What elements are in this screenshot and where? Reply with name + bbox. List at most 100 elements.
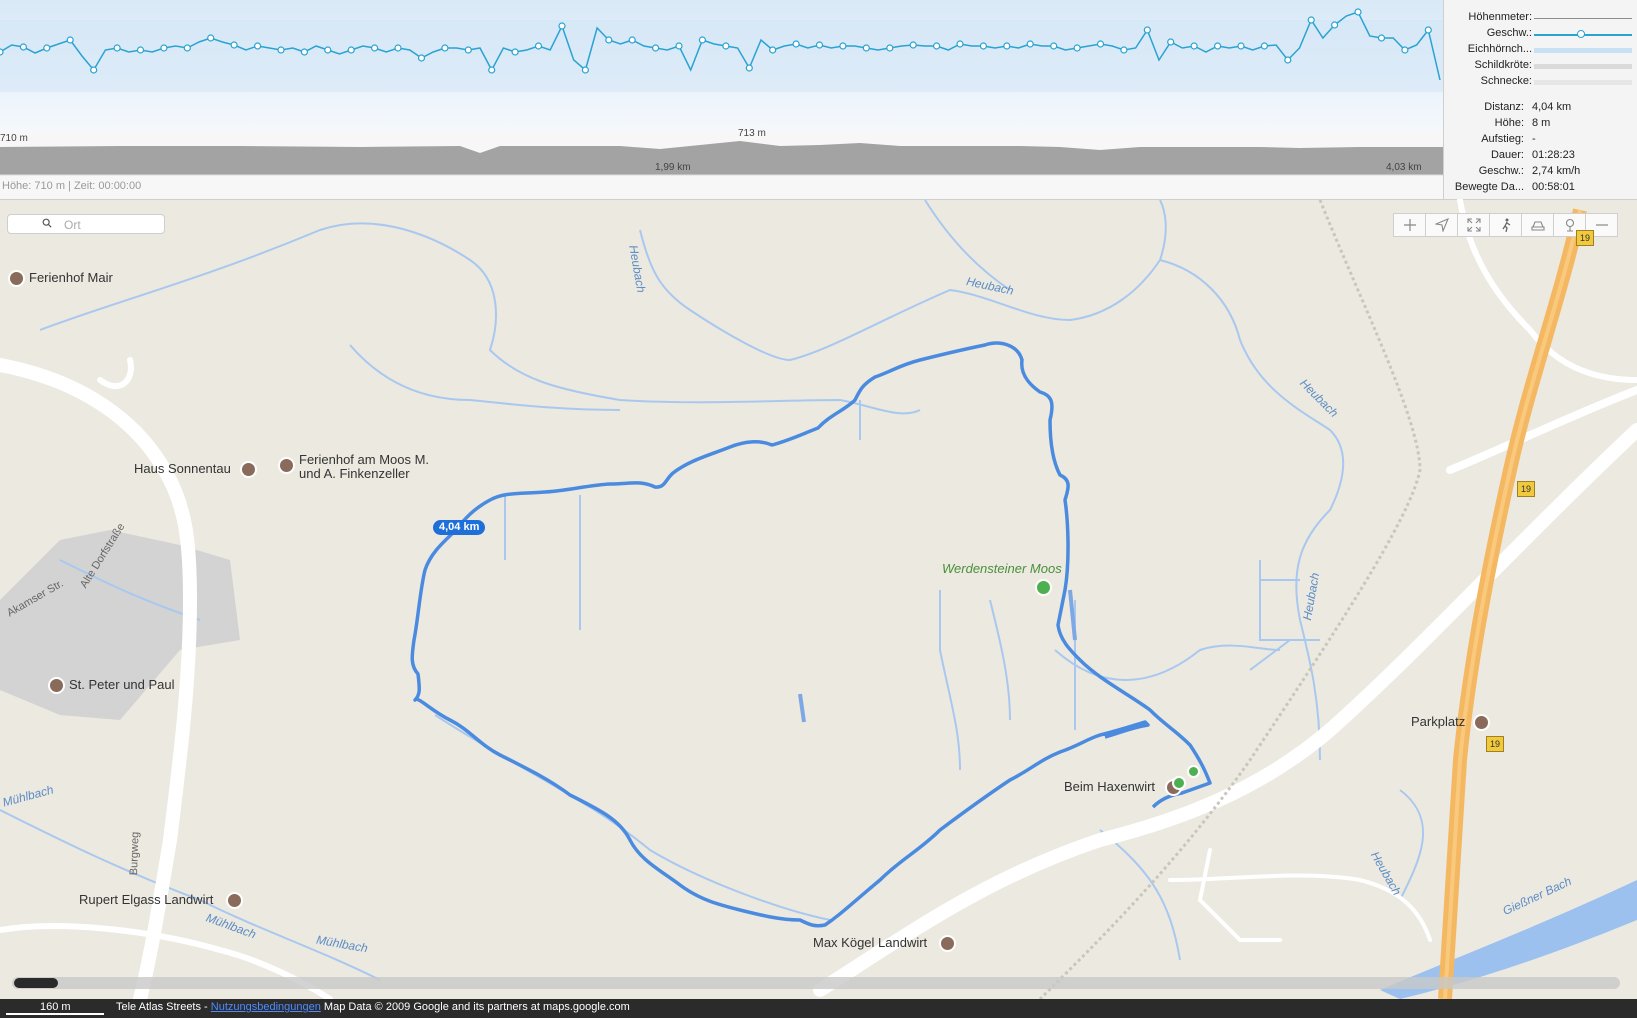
legend-row-schnecke[interactable]: Schnecke: [1444, 75, 1637, 91]
attribution-prefix: Tele Atlas Streets - [116, 1001, 211, 1013]
legend-row-geschw[interactable]: Geschw.: [1444, 27, 1637, 43]
speed-point [722, 42, 730, 50]
chart-status-line: Höhe: 710 m | Zeit: 00:00:00 [2, 180, 142, 192]
speed-point [277, 46, 285, 54]
stat-label: Aufstieg: [1481, 133, 1524, 145]
elevation-area [0, 141, 1443, 175]
location-search[interactable] [7, 214, 165, 234]
speed-point [1167, 38, 1175, 46]
b19-shield: 19 [1486, 736, 1504, 752]
speed-point [300, 48, 308, 56]
stat-geschw: Geschw.: 2,74 km/h [1444, 165, 1637, 181]
stat-label: Distanz: [1484, 101, 1524, 113]
legend-label: Schnecke: [1480, 75, 1532, 87]
park-werdensteiner-moos[interactable]: Werdensteiner Moos [942, 561, 1062, 576]
map-footer: 160 m Tele Atlas Streets - Nutzungsbedin… [0, 999, 1637, 1018]
stat-value: 8 m [1532, 117, 1551, 129]
locate-button[interactable] [1425, 213, 1458, 237]
speed-point [581, 66, 590, 74]
farm-icon [939, 935, 956, 952]
poi-ferienhof-moos-line1[interactable]: Ferienhof am Moos M. [299, 452, 429, 467]
poi-rupert-elgass[interactable]: Rupert Elgass Landwirt [79, 892, 213, 907]
poi-beim-haxenwirt[interactable]: Beim Haxenwirt [1064, 779, 1155, 794]
end-distance-label: 4,03 km [1386, 162, 1422, 173]
legend-swatch-squirrel [1534, 48, 1632, 53]
mid-distance-label: 1,99 km [655, 162, 691, 173]
walk-mode-button[interactable] [1489, 213, 1522, 237]
fullscreen-button[interactable] [1457, 213, 1490, 237]
speed-point [698, 36, 707, 44]
poi-ferienhof-moos-line2[interactable]: und A. Finkenzeller [299, 466, 410, 481]
map-view[interactable]: 4,04 km Ferienhof Mair Haus Sonnentau Fe… [0, 199, 1637, 999]
speed-point [207, 34, 215, 42]
legend-row-hoehenmeter[interactable]: Höhenmeter: [1444, 11, 1637, 27]
speed-point [979, 42, 988, 50]
stat-distanz: Distanz: 4,04 km [1444, 101, 1637, 117]
speed-point [1401, 46, 1409, 54]
stat-label: Höhe: [1494, 117, 1524, 129]
route-start-icon[interactable] [1172, 776, 1186, 790]
fullscreen-icon [1466, 218, 1481, 232]
speed-point [1237, 42, 1245, 50]
speed-zone [0, 20, 1443, 92]
b19-shield: 19 [1576, 230, 1594, 246]
poi-st-peter-und-paul[interactable]: St. Peter und Paul [69, 677, 175, 692]
horizontal-scrollbar-track[interactable] [12, 977, 1620, 989]
speed-point [511, 48, 519, 56]
speed-marker-icon [1577, 30, 1585, 38]
stat-value: - [1532, 133, 1536, 145]
speed-point [1003, 42, 1011, 50]
legend-panel: Höhenmeter: Geschw.: Eichhörnch... Schil… [1443, 0, 1637, 200]
poi-ferienhof-mair[interactable]: Ferienhof Mair [29, 270, 113, 285]
lodging-icon [240, 461, 257, 478]
speed-point [1377, 34, 1386, 42]
stat-label: Bewegte Da... [1454, 181, 1524, 193]
church-icon [48, 677, 65, 694]
poi-haus-sonnentau[interactable]: Haus Sonnentau [134, 461, 231, 476]
chart-canvas[interactable] [0, 0, 1443, 199]
speed-point [1307, 16, 1315, 24]
speed-point [1284, 56, 1292, 64]
farm-icon [226, 892, 243, 909]
terms-link[interactable]: Nutzungsbedingungen [211, 1001, 321, 1013]
speed-point [1026, 40, 1034, 48]
speed-point [558, 22, 566, 30]
speed-point [464, 46, 472, 54]
scale-bar [6, 1013, 104, 1015]
speed-point [0, 48, 4, 56]
car-mode-button[interactable] [1521, 213, 1554, 237]
zoom-in-button[interactable] [1393, 213, 1426, 237]
legend-label: Schildkröte: [1474, 59, 1532, 71]
horizontal-scrollbar-thumb[interactable] [14, 978, 58, 988]
speed-point [839, 42, 847, 50]
speed-point [1050, 42, 1058, 50]
speed-point [441, 44, 449, 52]
speed-point [886, 44, 894, 52]
speed-point [19, 43, 27, 51]
legend-label: Eichhörnch... [1467, 43, 1532, 55]
speed-point [183, 44, 191, 52]
stat-bewegte-dauer: Bewegte Da... 00:58:01 [1444, 181, 1637, 197]
search-input[interactable] [62, 216, 162, 234]
speed-point [792, 40, 800, 48]
walk-icon [1501, 218, 1510, 232]
speed-point [113, 44, 121, 52]
speed-point [90, 66, 98, 74]
stat-dauer: Dauer: 01:28:23 [1444, 149, 1637, 165]
peak-elevation-label: 713 m [738, 128, 766, 139]
legend-row-eichhoernchen[interactable]: Eichhörnch... [1444, 43, 1637, 59]
speed-point [534, 42, 543, 50]
locate-arrow-icon [1434, 218, 1449, 232]
legend-swatch-elevation [1534, 18, 1632, 19]
legend-row-schildkroete[interactable]: Schildkröte: [1444, 59, 1637, 75]
route-distance-badge: 4,04 km [433, 520, 486, 535]
route-end-icon[interactable] [1187, 765, 1200, 778]
elevation-speed-chart[interactable]: 710 m 713 m 1,99 km 4,03 km Höhe: 710 m … [0, 0, 1443, 200]
b19-shield: 19 [1517, 481, 1535, 497]
stat-value: 4,04 km [1532, 101, 1572, 113]
plus-icon [1403, 219, 1416, 231]
parking-icon [1473, 714, 1490, 731]
poi-parkplatz[interactable]: Parkplatz [1411, 714, 1465, 729]
poi-max-koegel[interactable]: Max Kögel Landwirt [813, 935, 927, 950]
speed-point [1260, 42, 1269, 50]
